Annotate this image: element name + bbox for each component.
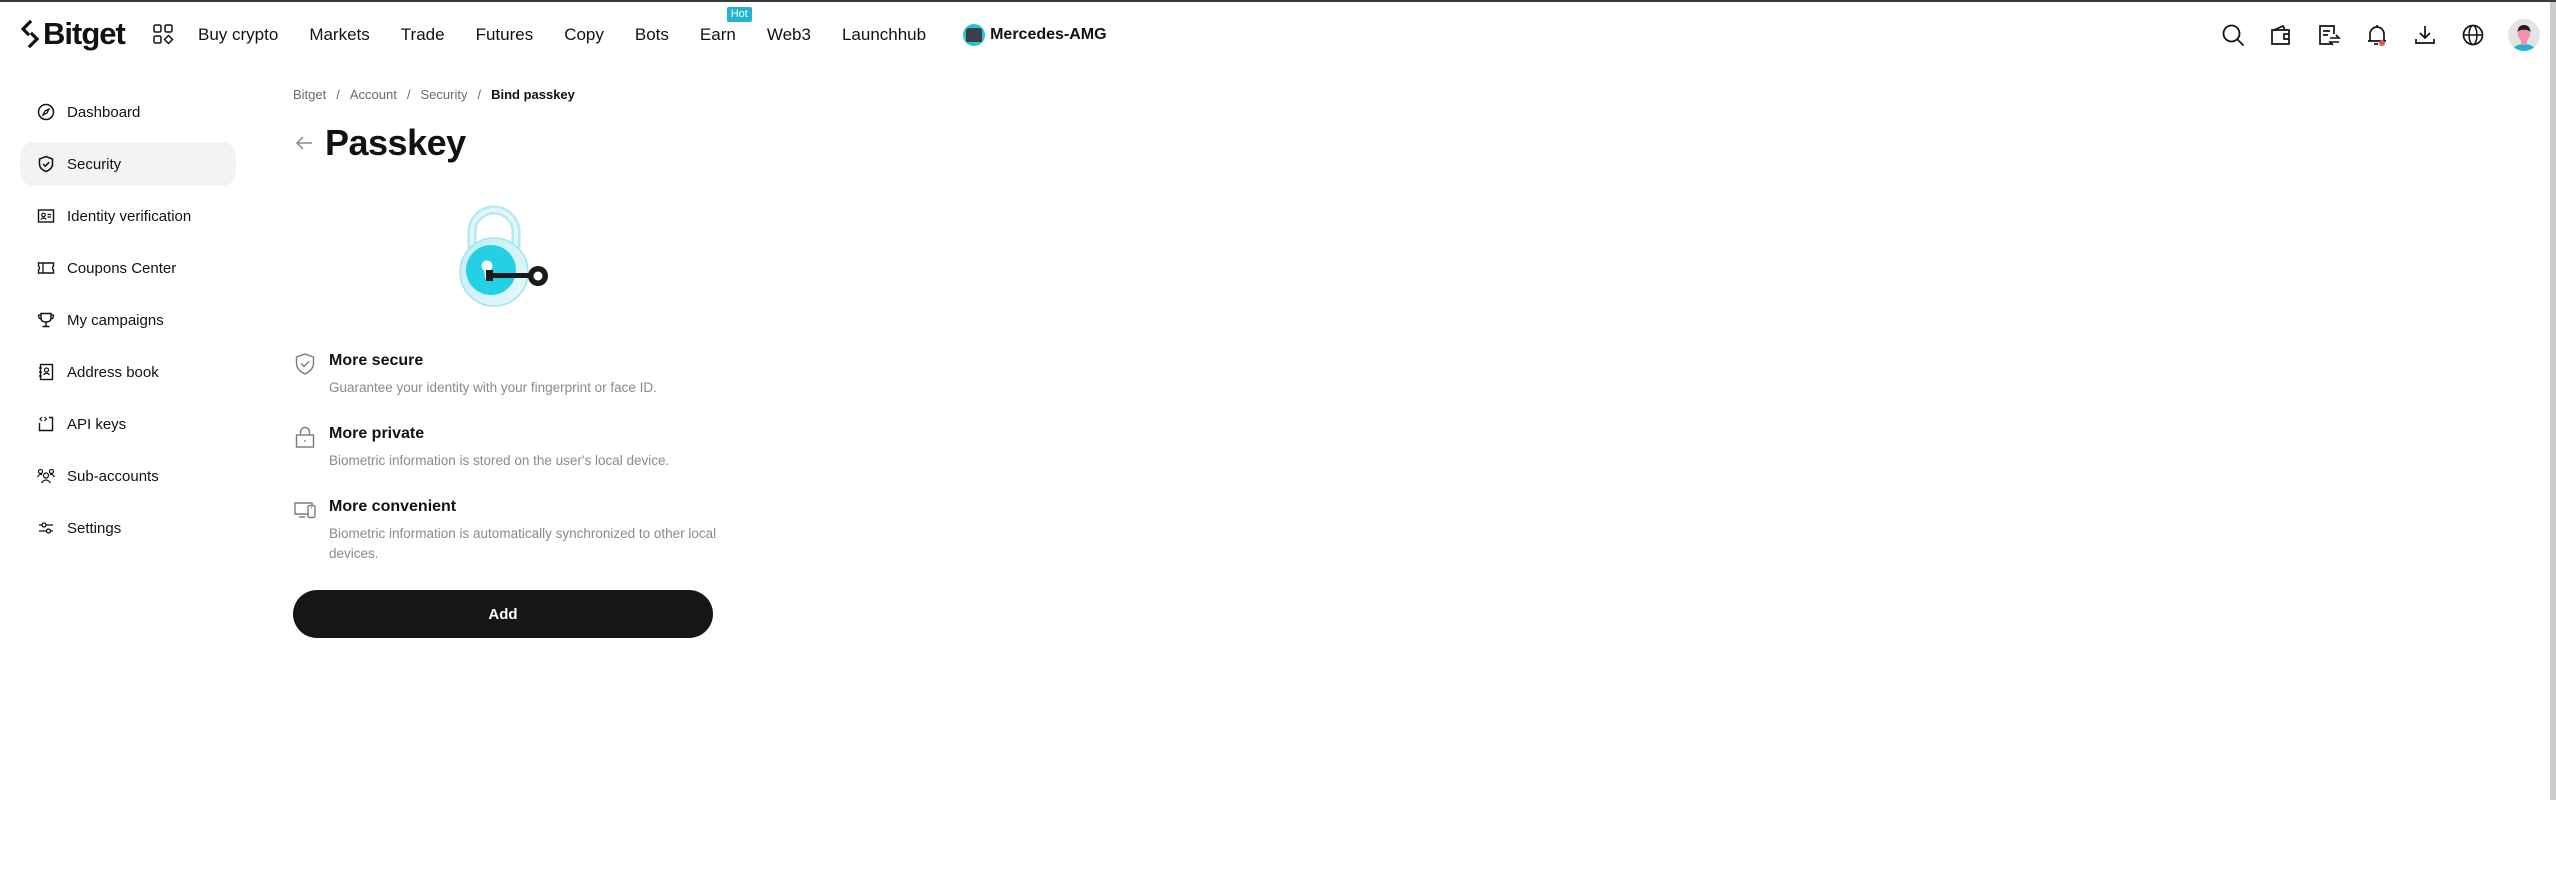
trophy-icon [37, 312, 55, 328]
breadcrumb: Bitget / Account / Security / Bind passk… [293, 87, 575, 102]
nav-launchhub[interactable]: Launchhub [842, 25, 926, 45]
orders-icon[interactable] [2316, 22, 2342, 48]
sidebar-item-identity-verification[interactable]: Identity verification [20, 194, 236, 238]
feature-title: More private [329, 425, 425, 442]
mercedes-amg-partner-link[interactable]: Mercedes-AMG [963, 24, 1107, 46]
feature-description: Guarantee your identity with your finger… [329, 380, 657, 395]
lock-icon [295, 426, 315, 448]
wallet-icon[interactable] [2268, 22, 2294, 48]
sidebar-item-label: Settings [67, 519, 122, 537]
top-navigation-bar: Bitget Buy crypto Markets Trade Futures … [0, 2, 2550, 66]
globe-icon[interactable] [2460, 22, 2486, 48]
nav-bots[interactable]: Bots [635, 25, 669, 45]
sidebar-item-label: Address book [67, 363, 159, 381]
sidebar-item-label: Identity verification [67, 207, 192, 225]
sidebar-item-api-keys[interactable]: API keys [20, 402, 236, 446]
sidebar-item-label: Sub-accounts [67, 467, 159, 485]
padlock-key-illustration [459, 205, 548, 307]
back-arrow-icon[interactable] [293, 132, 315, 154]
bitget-logo[interactable]: Bitget [19, 16, 126, 52]
breadcrumb-security[interactable]: Security [420, 87, 467, 102]
nav-trade[interactable]: Trade [401, 25, 445, 45]
page-header: Passkey [293, 122, 466, 164]
mercedes-amg-car-icon [963, 24, 986, 46]
feature-description: Biometric information is stored on the u… [329, 453, 670, 468]
sidebar-item-coupons-center[interactable]: Coupons Center [20, 246, 236, 290]
feature-title: More convenient [329, 498, 457, 515]
nav-earn-label: Earn [699, 25, 736, 44]
bell-icon[interactable] [2364, 22, 2390, 48]
partner-label: Mercedes-AMG [990, 26, 1107, 43]
main-nav: Buy crypto Markets Trade Futures Copy Bo… [198, 7, 1138, 47]
feature-title: More secure [329, 352, 424, 369]
breadcrumb-separator: / [336, 87, 340, 102]
api-key-icon [38, 416, 54, 432]
hot-badge: Hot [726, 7, 752, 22]
header-actions [2198, 19, 2540, 51]
sidebar-item-dashboard[interactable]: Dashboard [20, 90, 236, 134]
sidebar-item-label: Dashboard [67, 103, 141, 121]
breadcrumb-bitget[interactable]: Bitget [293, 87, 326, 102]
sidebar-item-label: Coupons Center [67, 259, 177, 277]
breadcrumb-separator: / [477, 87, 482, 102]
shield-check-icon [295, 353, 315, 375]
breadcrumb-current: Bind passkey [491, 87, 575, 102]
nav-earn[interactable]: Earn Hot [699, 7, 752, 45]
sidebar-item-label: API keys [67, 415, 127, 433]
user-avatar-icon [2513, 25, 2535, 51]
sidebar-item-address-book[interactable]: Address book [20, 350, 236, 394]
brand-name: Bitget [43, 16, 126, 51]
feature-description: Biometric information is automatically s… [329, 526, 717, 561]
nav-futures[interactable]: Futures [476, 25, 534, 45]
users-icon [36, 468, 56, 484]
sidebar-item-label: My campaigns [67, 311, 164, 329]
sliders-icon [39, 522, 53, 534]
ticket-icon [37, 262, 55, 274]
breadcrumb-account[interactable]: Account [350, 87, 397, 102]
page-scrollbar[interactable] [2550, 2, 2556, 800]
sidebar-item-label: Security [67, 155, 122, 173]
nav-web3[interactable]: Web3 [767, 25, 811, 45]
avatar[interactable] [2508, 19, 2540, 51]
search-icon[interactable] [2220, 22, 2246, 48]
page-title: Passkey [325, 122, 466, 163]
shield-check-icon [38, 155, 54, 173]
devices-icon [294, 502, 316, 519]
nav-markets[interactable]: Markets [309, 25, 369, 45]
download-icon[interactable] [2412, 22, 2438, 48]
sidebar-item-sub-accounts[interactable]: Sub-accounts [20, 454, 236, 498]
nav-copy[interactable]: Copy [564, 25, 604, 45]
id-card-icon [37, 209, 55, 223]
add-passkey-button[interactable]: Add [293, 590, 713, 638]
account-sidebar: Dashboard Security Identity verification… [20, 90, 236, 558]
sidebar-item-my-campaigns[interactable]: My campaigns [20, 298, 236, 342]
apps-grid-icon[interactable] [152, 23, 174, 45]
contact-book-icon [39, 363, 54, 381]
sidebar-item-settings[interactable]: Settings [20, 506, 236, 550]
breadcrumb-separator: / [406, 87, 411, 102]
compass-icon [37, 103, 55, 121]
sidebar-item-security[interactable]: Security [20, 142, 236, 186]
nav-buy-crypto[interactable]: Buy crypto [198, 25, 278, 45]
bitget-logo-icon [20, 19, 40, 49]
